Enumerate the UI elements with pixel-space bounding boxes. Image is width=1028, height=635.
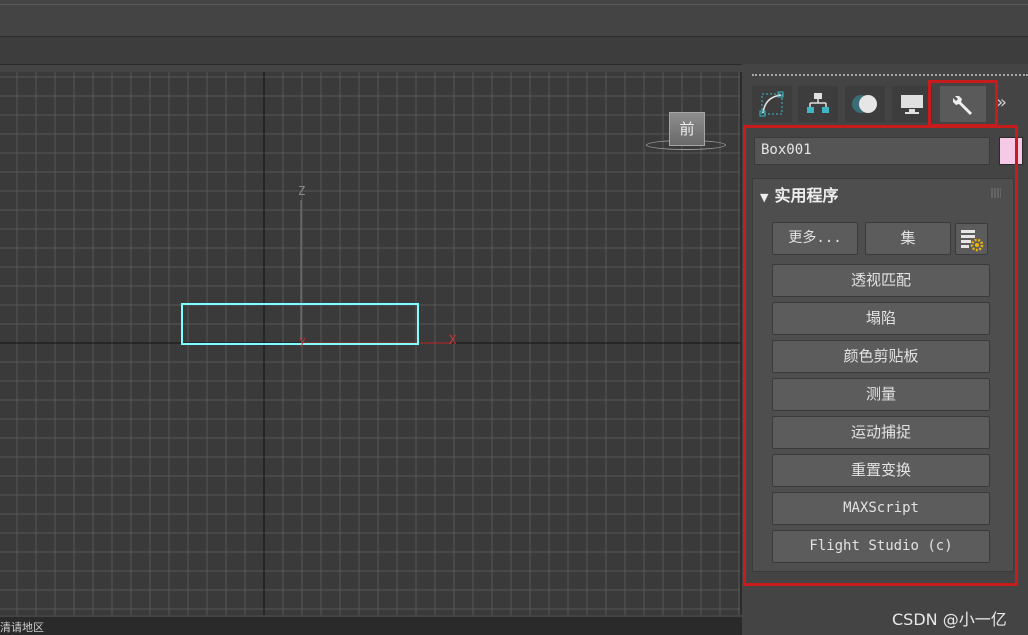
- display-tab[interactable]: [892, 86, 932, 122]
- create-tab[interactable]: [752, 86, 792, 122]
- highlight-utilities-panel: [743, 125, 1018, 586]
- status-bar: 清请地区: [0, 617, 742, 635]
- title-bar: [0, 0, 1028, 37]
- panel-divider: [752, 74, 1028, 76]
- watermark: CSDN @小一亿: [892, 610, 1007, 629]
- motion-tab[interactable]: [845, 86, 885, 122]
- viewcube[interactable]: 前: [669, 112, 705, 146]
- circle-icon: [852, 95, 877, 113]
- x-axis-label: X: [449, 333, 457, 347]
- y-axis-label: y: [299, 334, 306, 347]
- hierarchy-icon: [807, 93, 829, 113]
- z-axis-label: Z: [298, 184, 306, 198]
- viewport-grid: [0, 72, 740, 615]
- highlight-utilities-tab: [928, 80, 998, 127]
- status-text: 清请地区: [0, 621, 44, 634]
- front-viewport[interactable]: Z y X 前: [0, 72, 742, 615]
- toolbar: [0, 37, 1028, 65]
- hierarchy-tab[interactable]: [798, 86, 838, 122]
- monitor-icon: [901, 95, 923, 114]
- curve-icon: [759, 91, 784, 117]
